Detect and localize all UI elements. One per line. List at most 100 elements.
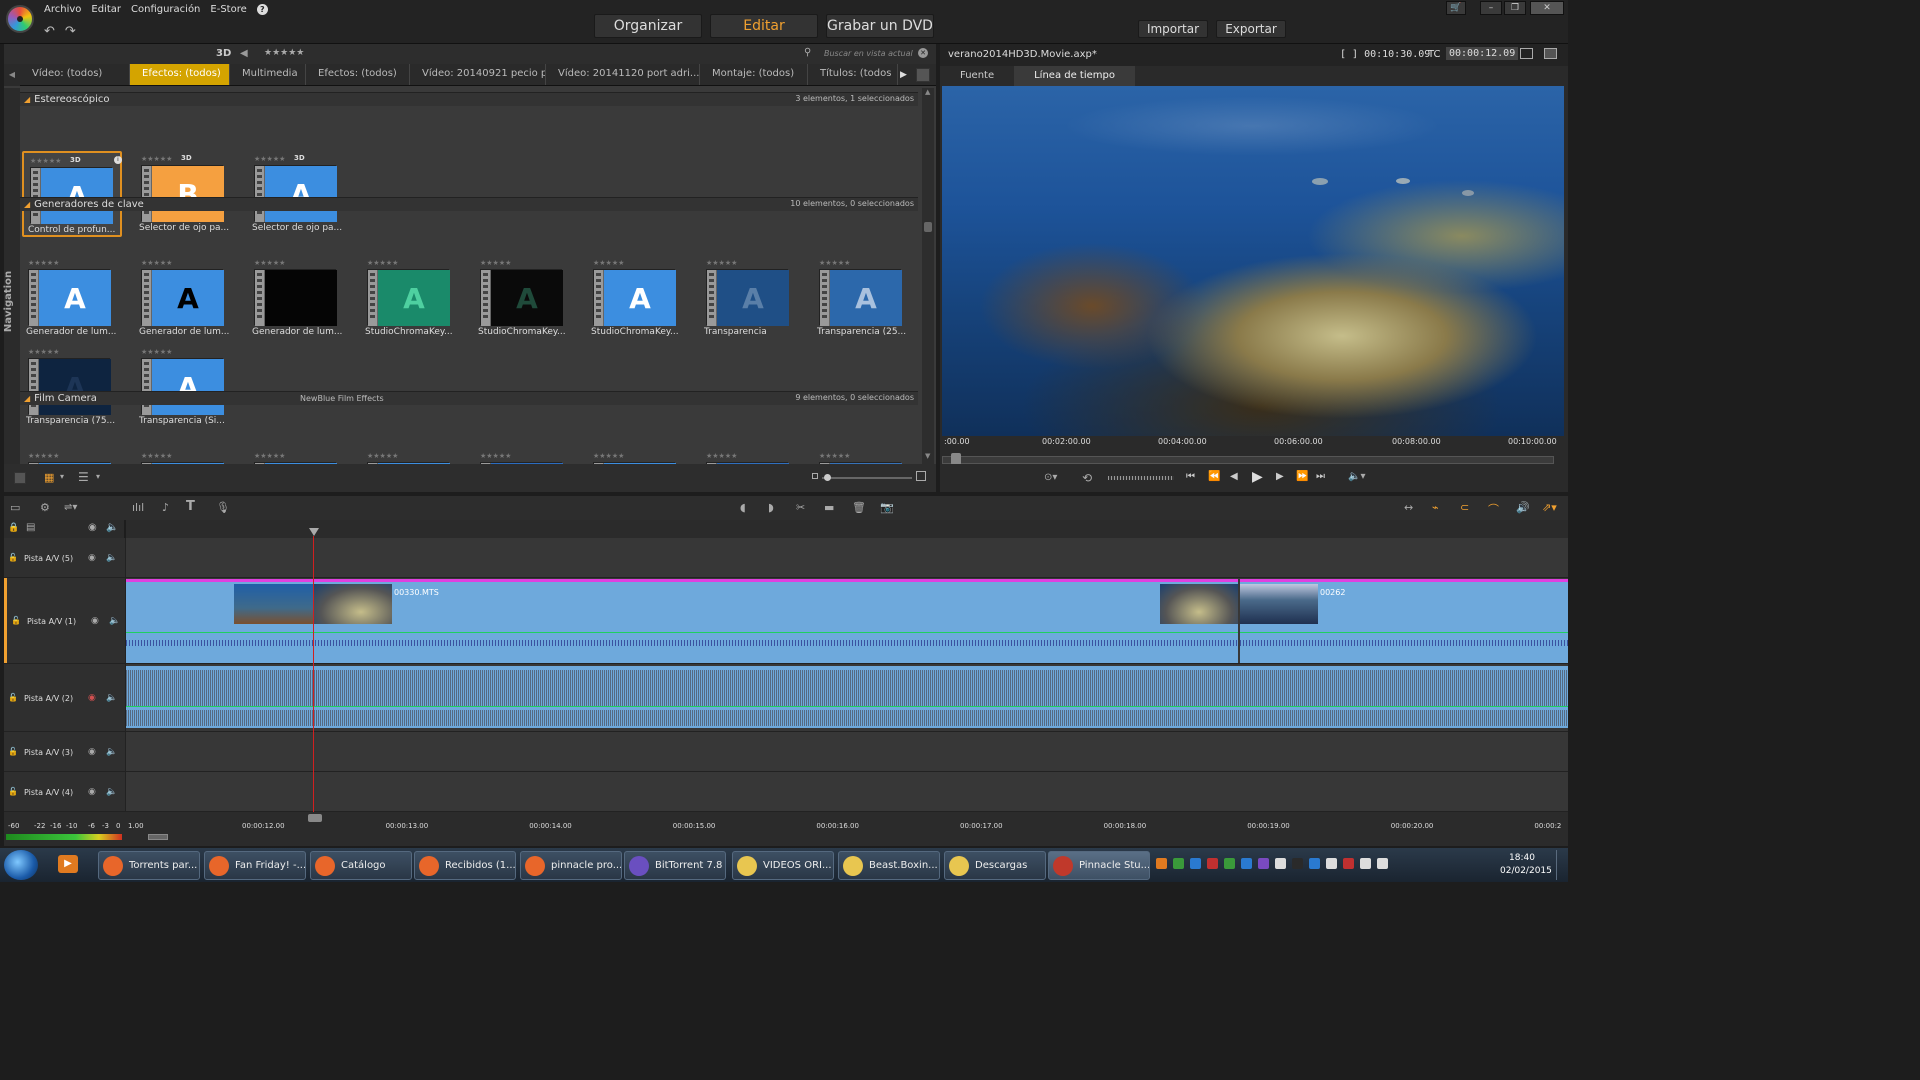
minimize-button[interactable]: – xyxy=(1480,1,1502,15)
category-header[interactable]: ◢ Generadores de clave 10 elementos, 0 sel… xyxy=(20,197,918,211)
trim-icon[interactable]: ↔ xyxy=(1404,501,1413,514)
timecode-field[interactable]: 00:00:12.09 xyxy=(1446,47,1519,60)
track-visibility-eye-icon[interactable]: ◉ xyxy=(88,787,96,797)
timeline-top-ruler[interactable] xyxy=(126,520,1568,538)
scroll-down-icon[interactable]: ▼ xyxy=(925,452,930,460)
track-name[interactable]: Pista A/V (2) xyxy=(24,694,73,703)
effect-item[interactable]: ★★★★★A xyxy=(248,448,348,464)
taskbar-button[interactable]: Recibidos (1... xyxy=(414,851,516,880)
timeline-track[interactable]: 🔓 Pista A/V (5) ◉ 🔈 xyxy=(4,538,1568,578)
library-tab[interactable]: Montaje: (todos) xyxy=(700,64,808,85)
track-audio-speaker-icon[interactable]: 🔈 xyxy=(106,693,117,703)
effect-item[interactable]: ★★★★★ A StudioChromaKey... xyxy=(587,255,687,341)
exportar-button[interactable]: Exportar xyxy=(1216,20,1286,38)
track-name[interactable]: Pista A/V (3) xyxy=(24,748,73,757)
rating-stars[interactable]: ★★★★★ xyxy=(593,259,624,267)
importar-button[interactable]: Importar xyxy=(1138,20,1208,38)
video-clip[interactable]: 00330.MTS xyxy=(126,579,1238,663)
rating-stars[interactable]: ★★★★★ xyxy=(141,348,172,356)
collapse-triangle-icon[interactable]: ◢ xyxy=(24,95,30,104)
category-header[interactable]: ◢ Film Camera NewBlue Film Effects 9 elemen… xyxy=(20,391,918,405)
search-icon[interactable]: ⚲ xyxy=(804,47,811,58)
effect-item[interactable]: ★★★★★A xyxy=(587,448,687,464)
shuttle-control[interactable] xyxy=(1108,476,1174,480)
taskbar-button[interactable]: Fan Friday! -... xyxy=(204,851,306,880)
volume-line[interactable] xyxy=(1240,632,1568,633)
track-visibility-eye-icon[interactable]: ◉ xyxy=(91,616,99,626)
zoom-slider-handle[interactable] xyxy=(824,474,831,481)
snapshot-camera-icon[interactable]: 📷 xyxy=(880,501,894,514)
voiceover-mic-icon[interactable]: 🎙 xyxy=(216,501,230,514)
taskbar-button[interactable]: Descargas xyxy=(944,851,1046,880)
marker-in-icon[interactable]: ◖ xyxy=(740,501,746,514)
show-desktop-button[interactable] xyxy=(1556,850,1566,880)
menu-estore[interactable]: E-Store xyxy=(210,4,246,15)
restore-button[interactable]: ❐ xyxy=(1504,1,1526,15)
title-editor-icon[interactable]: T xyxy=(186,499,195,514)
start-button[interactable] xyxy=(4,850,38,880)
razor-icon[interactable]: ✂ xyxy=(796,501,805,514)
tray-icon[interactable] xyxy=(1156,858,1167,869)
3d-filter-label[interactable]: 3D xyxy=(216,48,231,59)
marker-out-icon[interactable]: ◗ xyxy=(768,501,774,514)
rating-stars[interactable]: ★★★★★ xyxy=(28,452,59,460)
tabs-scroll-right-icon[interactable]: ▶ xyxy=(900,66,914,84)
effect-item[interactable]: ★★★★★ A Transparencia (75... xyxy=(22,344,122,430)
playhead-bottom-marker[interactable] xyxy=(308,814,322,822)
effect-item[interactable]: ★★★★★ 3D B Selector de ojo pa... xyxy=(135,151,235,237)
track-lock-icon[interactable]: 🔓 xyxy=(8,787,18,796)
tray-icon[interactable] xyxy=(1309,858,1320,869)
rating-stars[interactable]: ★★★★★ xyxy=(819,452,850,460)
rating-filter[interactable]: ★★★★★ xyxy=(264,48,304,58)
effect-item[interactable]: ★★★★★ 3D A Selector de ojo pa... xyxy=(248,151,348,237)
redo-icon[interactable]: ↷ xyxy=(65,24,76,39)
tray-icon[interactable] xyxy=(1275,858,1286,869)
3d-view-icon[interactable]: ⊙▾ xyxy=(1044,472,1057,483)
menu-editar[interactable]: Editar xyxy=(91,4,121,15)
effect-item[interactable]: ★★★★★A xyxy=(361,448,461,464)
tray-icon[interactable] xyxy=(1241,858,1252,869)
timeline-track[interactable]: 🔓 Pista A/V (3) ◉ 🔈 xyxy=(4,732,1568,772)
rating-stars[interactable]: ★★★★★ xyxy=(480,452,511,460)
library-tab[interactable]: Vídeo: 20141120 port adri... xyxy=(546,64,700,85)
library-tab[interactable]: Multimedia xyxy=(230,64,306,85)
playhead-line[interactable] xyxy=(313,536,314,820)
track-audio-speaker-icon[interactable]: 🔈 xyxy=(106,747,117,757)
track-visibility-eye-icon[interactable]: ◉ xyxy=(88,747,96,757)
go-to-end-icon[interactable]: ⏭ xyxy=(1316,471,1325,482)
help-icon[interactable]: ? xyxy=(256,4,268,15)
track-visibility-eye-icon[interactable]: ◉ xyxy=(88,693,96,703)
rating-stars[interactable]: ★★★★★ xyxy=(254,259,285,267)
magnet-icon[interactable]: ⌁ xyxy=(1432,501,1439,514)
scroll-thumb[interactable] xyxy=(924,222,932,232)
category-header[interactable]: ◢ Estereoscópico 3 elementos, 1 selecciona… xyxy=(20,92,918,106)
overwrite-mode-icon[interactable]: ⌒ xyxy=(1488,501,1499,517)
effect-item[interactable]: ★★★★★ A Transparencia xyxy=(700,255,800,341)
menu-archivo[interactable]: Archivo xyxy=(44,4,81,15)
rating-stars[interactable]: ★★★★★ xyxy=(706,452,737,460)
video-clip[interactable]: 00262 xyxy=(1240,579,1568,663)
rating-stars[interactable]: ★★★★★ xyxy=(141,452,172,460)
library-tab[interactable]: Títulos: (todos xyxy=(808,64,898,85)
play-icon[interactable]: ▶ xyxy=(1252,469,1263,485)
tab-menu-icon[interactable] xyxy=(916,68,930,82)
effect-item[interactable]: ★★★★★ A Generador de lum... xyxy=(135,255,235,341)
tag-icon[interactable]: ◀ xyxy=(240,48,248,59)
effect-item[interactable]: ★★★★★ A Generador de lum... xyxy=(22,255,122,341)
media-player-icon[interactable]: ▶ xyxy=(58,855,78,873)
effect-item[interactable]: ★★★★★ A StudioChromaKey... xyxy=(361,255,461,341)
mode-grabar-dvd-button[interactable]: Grabar un DVD xyxy=(826,14,934,38)
rating-stars[interactable]: ★★★★★ xyxy=(254,155,285,163)
track-visibility-eye-icon[interactable]: ◉ xyxy=(88,553,96,563)
list-view-icon[interactable]: ☰ xyxy=(78,470,89,484)
clear-search-icon[interactable]: ✕ xyxy=(918,48,928,58)
track-lock-icon[interactable]: 🔓 xyxy=(8,553,18,562)
tray-icon[interactable] xyxy=(1224,858,1235,869)
effect-item[interactable]: ★★★★★A xyxy=(813,448,913,464)
timeline-layout-icon[interactable]: ▭ xyxy=(10,501,20,514)
audio-scrub-icon[interactable]: 🔊 xyxy=(1516,501,1530,514)
rating-stars[interactable]: ★★★★★ xyxy=(141,155,172,163)
tray-icon[interactable] xyxy=(1326,858,1337,869)
insert-mode-icon[interactable]: ⊂ xyxy=(1460,501,1469,514)
taskbar-button[interactable]: BitTorrent 7.8 xyxy=(624,851,726,880)
